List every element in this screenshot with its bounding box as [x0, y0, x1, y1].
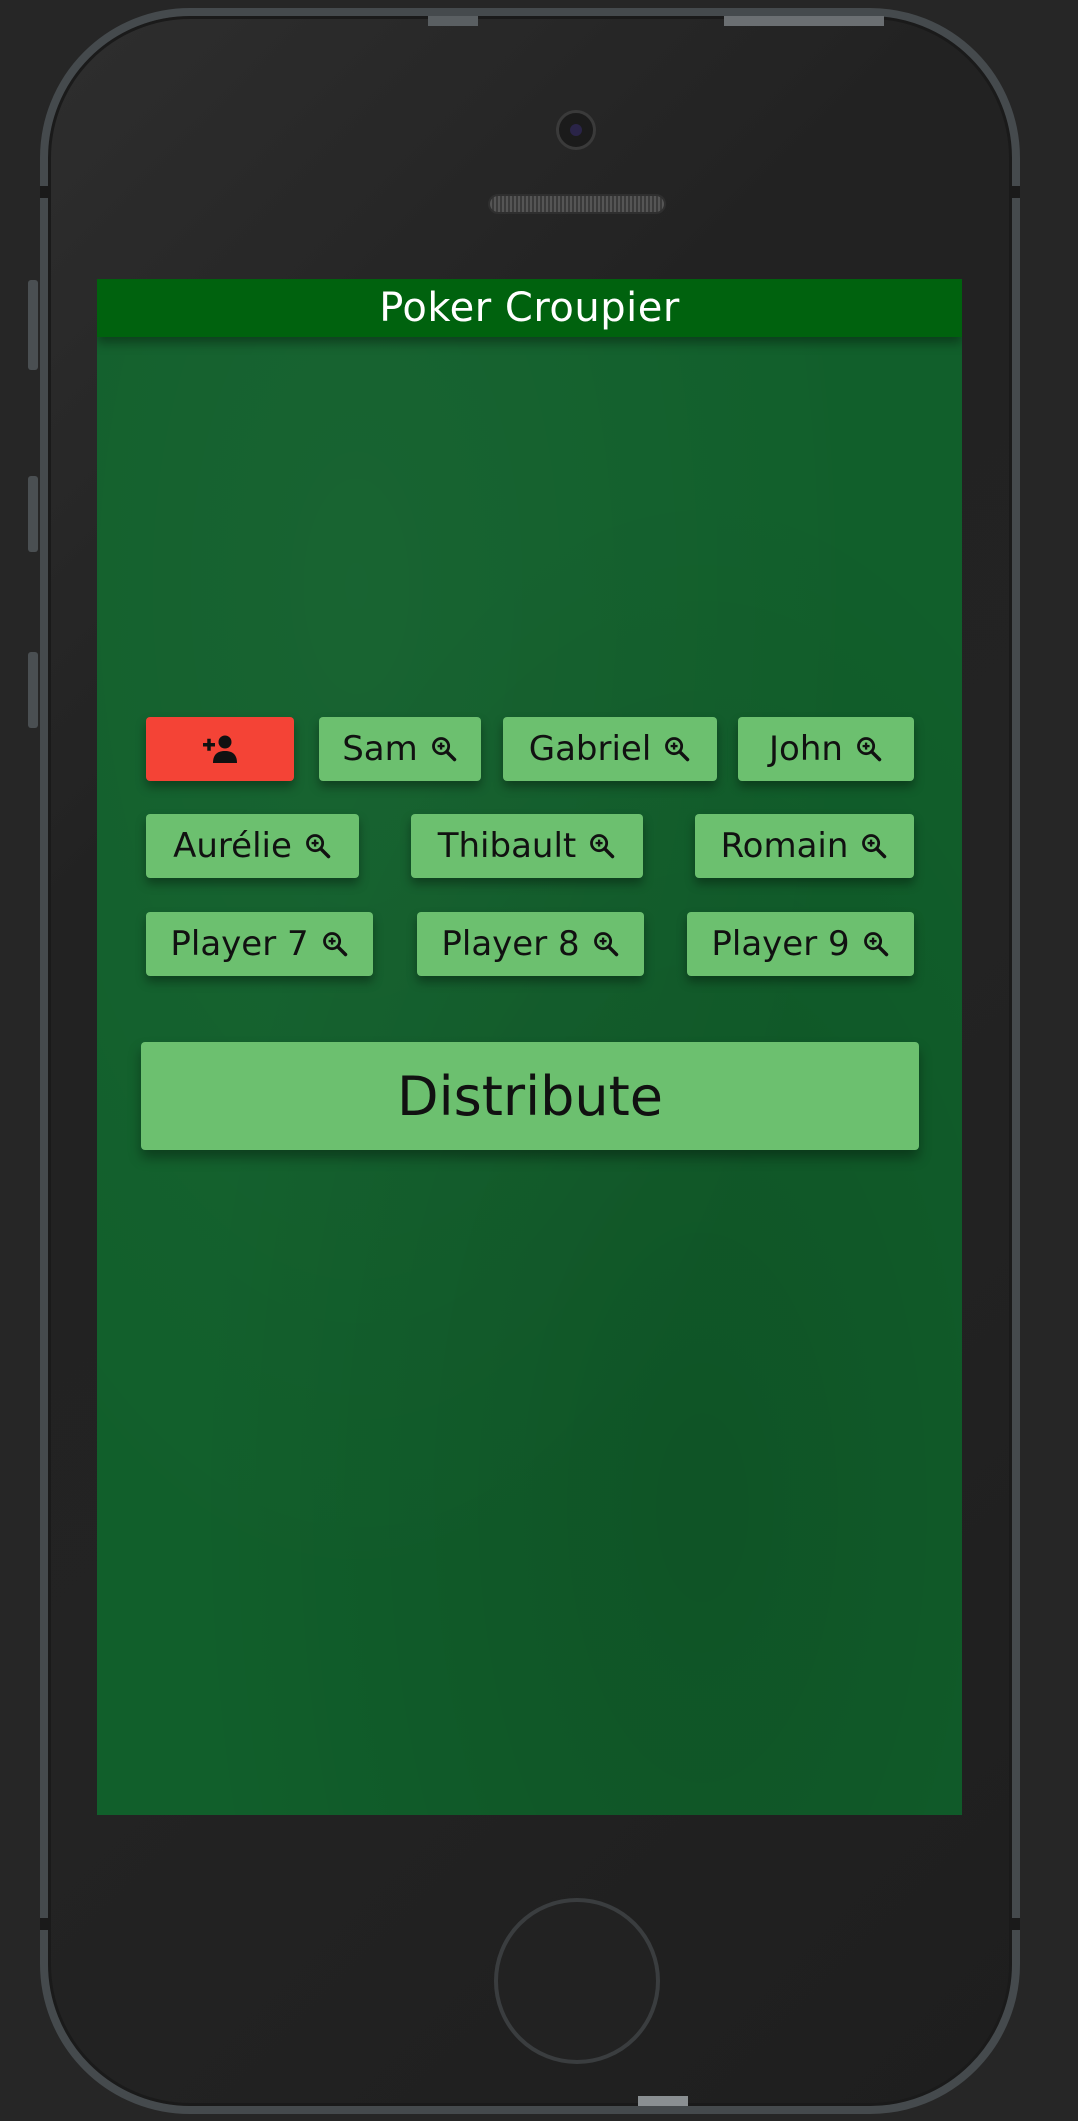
add-player-button[interactable] [146, 717, 294, 781]
player-name: Player 8 [441, 924, 580, 964]
antenna-band [1010, 186, 1020, 198]
mute-switch [28, 280, 38, 370]
app-screen: Poker Croupier Sam Gabriel John Aurélie … [97, 279, 962, 1815]
player-name: John [769, 729, 843, 769]
player-chip-aurelie[interactable]: Aurélie [146, 814, 359, 878]
player-chip-sam[interactable]: Sam [319, 717, 481, 781]
volume-down-button [28, 652, 38, 728]
player-name: Thibault [437, 826, 577, 866]
home-button[interactable] [494, 1898, 660, 2064]
zoom-in-icon [305, 834, 331, 859]
antenna-band [40, 186, 50, 198]
phone-bottom-accent [638, 2096, 688, 2106]
player-chip-gabriel[interactable]: Gabriel [503, 717, 717, 781]
antenna-band [1010, 1918, 1020, 1930]
player-chip-player-7[interactable]: Player 7 [146, 912, 373, 976]
zoom-in-icon [863, 932, 888, 957]
player-chip-player-9[interactable]: Player 9 [687, 912, 914, 976]
player-chip-john[interactable]: John [738, 717, 914, 781]
player-chip-player-8[interactable]: Player 8 [417, 912, 644, 976]
app-title: Poker Croupier [379, 285, 680, 331]
zoom-in-icon [862, 834, 887, 859]
volume-up-button [28, 476, 38, 552]
app-bar: Poker Croupier [97, 279, 962, 337]
distribute-button[interactable]: Distribute [141, 1042, 919, 1150]
zoom-in-icon [857, 737, 882, 762]
front-camera [556, 110, 596, 150]
player-chip-romain[interactable]: Romain [695, 814, 914, 878]
player-name: Romain [720, 826, 849, 866]
zoom-in-icon [590, 834, 615, 859]
antenna-band [40, 1918, 50, 1930]
player-name: Player 9 [711, 924, 850, 964]
phone-power-button [724, 16, 884, 26]
player-chip-thibault[interactable]: Thibault [411, 814, 643, 878]
player-name: Sam [342, 729, 418, 769]
person-add-icon [203, 735, 237, 763]
player-name: Aurélie [173, 826, 292, 866]
player-name: Gabriel [528, 729, 652, 769]
zoom-in-icon [431, 737, 457, 762]
zoom-in-icon [593, 932, 618, 957]
phone-top-accent [428, 16, 478, 26]
zoom-in-icon [665, 737, 690, 762]
zoom-in-icon [322, 932, 347, 957]
player-name: Player 7 [170, 924, 309, 964]
earpiece-speaker [488, 194, 666, 214]
